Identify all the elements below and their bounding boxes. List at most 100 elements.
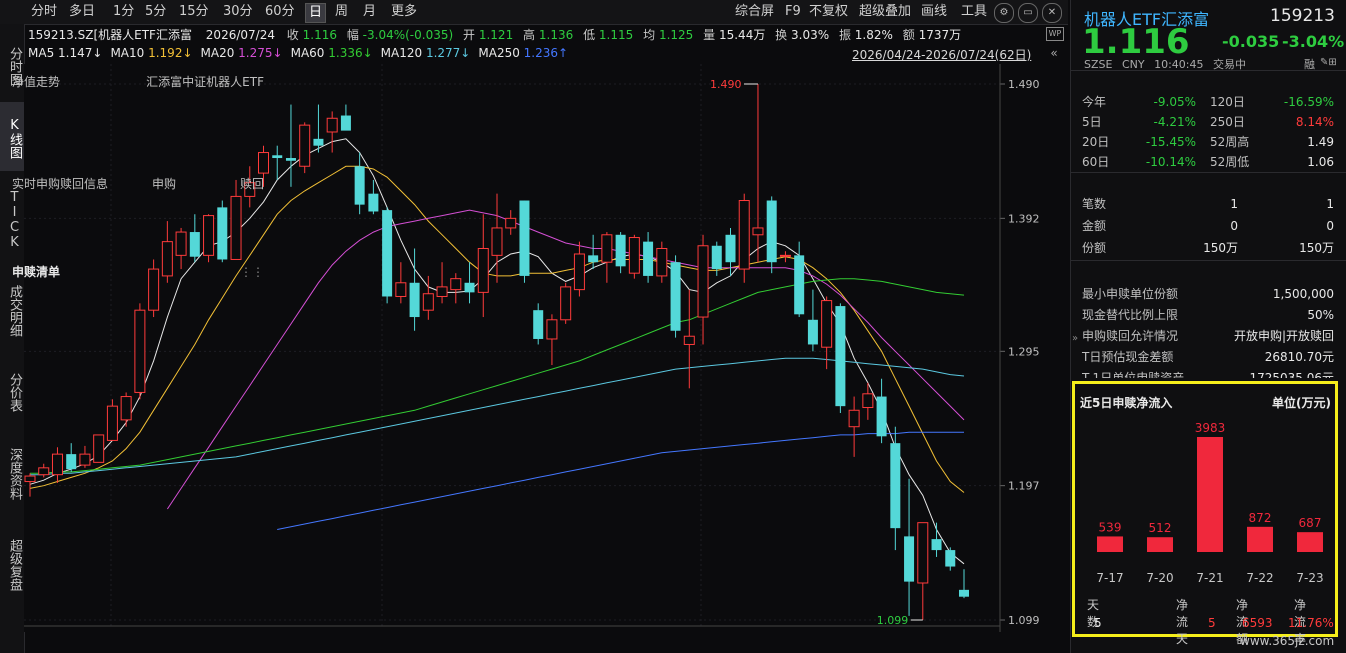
amount-label: 额 xyxy=(902,28,915,42)
flow-category: 7-20 xyxy=(1146,571,1173,585)
flow-title: 近5日申赎净流入 xyxy=(1080,396,1173,410)
settings-icon[interactable]: ⚙ xyxy=(994,3,1014,23)
y-tick-label: 1.392 xyxy=(1008,212,1040,225)
flow-category: 7-23 xyxy=(1296,571,1323,585)
date-range[interactable]: 2026/04/24-2026/07/24(62日) xyxy=(852,46,1031,63)
flow-bar-label: 512 xyxy=(1149,521,1172,535)
wp-icon[interactable]: WP xyxy=(1046,27,1064,41)
candle-body xyxy=(258,152,269,174)
candle xyxy=(93,434,105,463)
perf-label: 今年 xyxy=(1082,95,1107,109)
toolbar-item-4[interactable]: 画线 xyxy=(918,3,950,21)
flow-summary-value: 5 xyxy=(1094,616,1102,630)
candle-body xyxy=(272,155,283,159)
candle-body xyxy=(519,200,530,276)
ma-value: 1.336↓ xyxy=(328,46,373,60)
candle-body xyxy=(382,210,393,297)
rt-title: 实时申购赎回信息 xyxy=(12,177,109,191)
list-row: T-1日单位申赎资产 1725035.06元 xyxy=(1082,368,1334,378)
open-label: 开 xyxy=(463,28,476,42)
ma-label: MA250 xyxy=(478,46,524,60)
perf-label: 250日 xyxy=(1210,115,1245,129)
candle-body xyxy=(217,207,228,260)
period-tab-9[interactable]: 月 xyxy=(360,3,379,21)
left-tab-6[interactable]: 超级复盘 xyxy=(0,519,24,607)
expand-icon[interactable]: » xyxy=(1072,333,1078,344)
more-icon[interactable]: ⋮⋮ xyxy=(240,262,264,282)
period-tab-7[interactable]: 日 xyxy=(305,3,327,23)
rt-redeem-value: 150万 xyxy=(1299,241,1334,255)
candle-body xyxy=(725,234,736,263)
candle xyxy=(134,303,146,400)
candle-body xyxy=(656,248,668,277)
toolbar-item-0[interactable]: 综合屏 xyxy=(732,3,777,21)
ma-legend-ma10: MA10 1.192↓ xyxy=(110,46,192,60)
period-toolbar: 分时 多日 1分 5分 15分 30分 60分日周月更多 综合屏 F9 不复权 超级叠加 画线 工具 ⚙ ▭… xyxy=(0,0,1068,25)
candle-body xyxy=(573,253,585,291)
left-tab-4[interactable]: 分价表 xyxy=(0,356,24,425)
period-tab-6[interactable]: 60分 xyxy=(262,3,298,21)
candle-body xyxy=(807,319,818,345)
vol-label: 量 xyxy=(703,28,716,42)
period-tab-1[interactable]: 多日 xyxy=(66,3,98,21)
list-title: 申赎清单 xyxy=(12,265,61,279)
perf-value: -15.45% xyxy=(1145,135,1196,149)
close-icon[interactable]: ✕ xyxy=(1042,3,1062,23)
period-tab-10[interactable]: 更多 xyxy=(388,3,420,21)
candle-body xyxy=(79,453,91,466)
candle-body xyxy=(862,393,874,409)
rt-subscribe-value: 0 xyxy=(1230,219,1238,233)
low-label: 低 xyxy=(583,28,596,42)
flow-category: 7-22 xyxy=(1246,571,1273,585)
candle-body xyxy=(24,475,36,483)
security-name: 159213.SZ[机器人ETF汇添富 xyxy=(28,28,192,42)
rt-row: 金额 0 0 xyxy=(1082,216,1334,236)
list-value: 26810.70元 xyxy=(1264,350,1334,364)
rt-subscribe-value: 150万 xyxy=(1203,241,1238,255)
perf-value: -4.21% xyxy=(1153,115,1196,129)
period-tab-0[interactable]: 分时 xyxy=(28,3,60,21)
turnover-label: 换 xyxy=(775,28,788,42)
flow-bar-label: 539 xyxy=(1099,520,1122,534)
candle xyxy=(299,122,311,174)
toolbar-item-2[interactable]: 不复权 xyxy=(806,3,851,21)
toolbar-item-5[interactable]: 工具 xyxy=(958,3,990,21)
candle-body xyxy=(230,195,242,260)
left-tab-5[interactable]: 深度资料 xyxy=(0,428,24,516)
candle-body xyxy=(409,282,420,318)
period-tab-5[interactable]: 30分 xyxy=(220,3,256,21)
edit-icon[interactable]: ✎⊞ xyxy=(1320,57,1337,68)
candle-body xyxy=(779,254,791,257)
candle-body xyxy=(395,282,407,297)
candlestick-chart[interactable]: 1.4901.3921.2951.1971.09926-0426-0526-06… xyxy=(24,64,1068,632)
toolbar-item-3[interactable]: 超级叠加 xyxy=(856,3,914,21)
candle-body xyxy=(794,255,805,315)
candle-body xyxy=(340,115,351,131)
panel-change: -0.035 xyxy=(1222,32,1280,51)
ma-legend-ma60: MA60 1.336↓ xyxy=(291,46,373,60)
period-tab-3[interactable]: 5分 xyxy=(142,3,169,21)
list-label: T日预估现金差额 xyxy=(1082,350,1174,364)
range-value: -3.04%(-0.035) xyxy=(362,28,454,42)
ma-legend-ma120: MA120 1.277↓ xyxy=(381,46,471,60)
panel-code: 159213 xyxy=(1270,6,1335,26)
left-tab-1[interactable]: K线图 xyxy=(0,102,24,171)
candle xyxy=(766,196,777,274)
flow-bar-chart: 539 7-17 512 7-20 3983 7-21 872 7-22 687 7-23 xyxy=(1096,421,1323,585)
candle xyxy=(519,200,530,283)
candle-body xyxy=(959,589,969,597)
y-tick-label: 1.295 xyxy=(1008,345,1040,358)
perf-value: -16.59% xyxy=(1283,95,1334,109)
candle xyxy=(382,207,393,304)
amp-label: 振 xyxy=(838,28,851,42)
toolbar-item-1[interactable]: F9 xyxy=(782,3,804,21)
list-value: 50% xyxy=(1307,308,1334,322)
candle xyxy=(628,234,640,279)
candle-body xyxy=(106,405,118,441)
period-tab-2[interactable]: 1分 xyxy=(110,3,137,21)
collapse-icon[interactable]: « xyxy=(1046,46,1062,60)
period-tab-8[interactable]: 周 xyxy=(332,3,351,21)
period-tab-4[interactable]: 15分 xyxy=(176,3,212,21)
window-icon[interactable]: ▭ xyxy=(1018,3,1038,23)
high-annotation: 1.490 xyxy=(710,78,742,91)
